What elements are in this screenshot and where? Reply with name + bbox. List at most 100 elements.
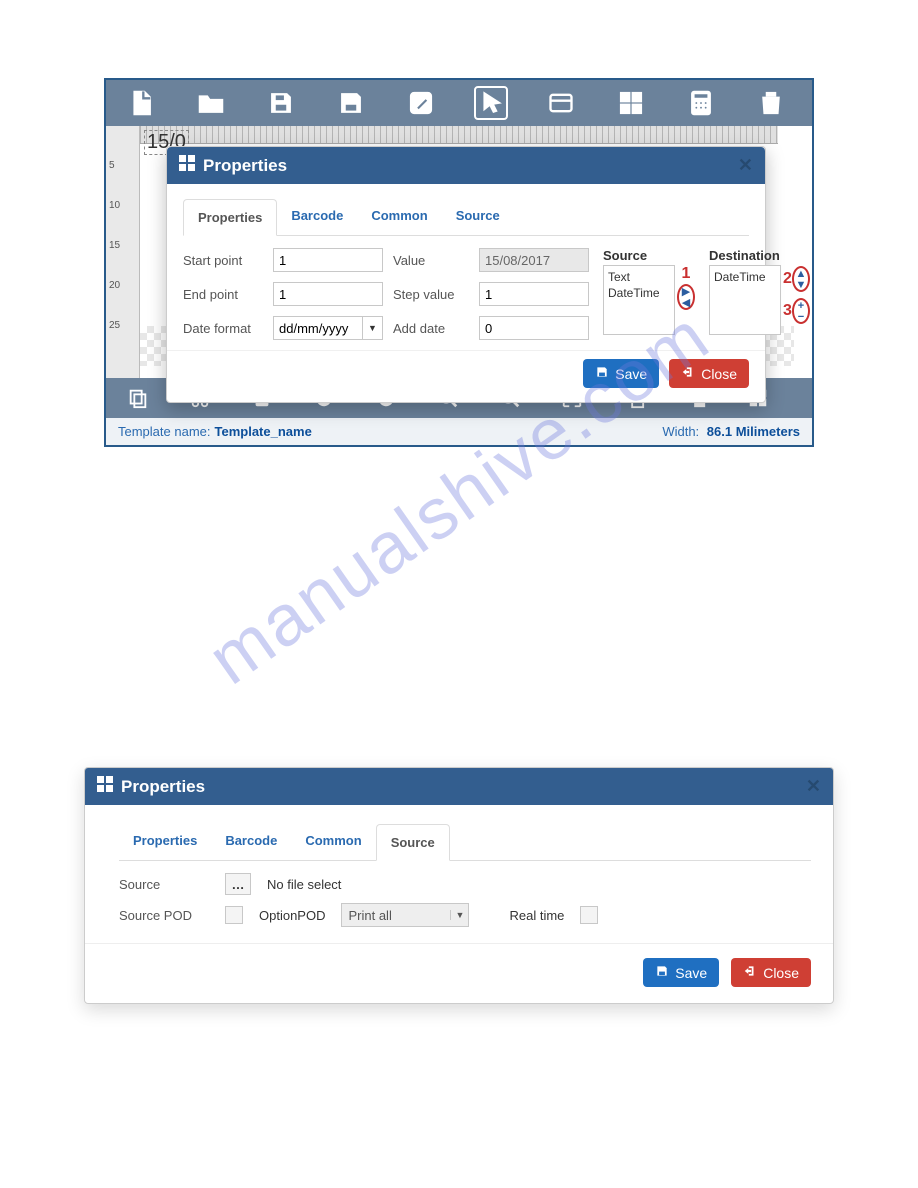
ruler-mark: 5 <box>109 160 115 171</box>
step-value-input[interactable] <box>479 282 589 306</box>
add-date-input[interactable] <box>479 316 589 340</box>
dialog-header: Properties ✕ <box>167 147 765 184</box>
source-pod-label: Source POD <box>119 908 209 923</box>
calculator-icon[interactable] <box>684 86 718 120</box>
trash-icon[interactable] <box>754 86 788 120</box>
real-time-checkbox[interactable] <box>580 906 598 924</box>
save-button-label: Save <box>615 366 647 382</box>
triangle-right-icon: ▶ <box>682 288 690 296</box>
no-file-text: No file select <box>267 877 341 892</box>
save-disk-icon <box>595 365 609 382</box>
dialog2-close-icon[interactable]: ✕ <box>806 776 821 797</box>
ruler-mark: 25 <box>109 320 120 331</box>
vertical-ruler: 5 10 15 20 25 <box>106 126 140 378</box>
source-label: Source <box>119 877 209 892</box>
add-remove-button[interactable]: +− <box>792 298 810 324</box>
save-icon[interactable] <box>264 86 298 120</box>
close-button[interactable]: Close <box>669 359 749 388</box>
destination-listbox[interactable]: DateTime <box>709 265 781 335</box>
tab-common[interactable]: Common <box>357 198 441 235</box>
properties-dialog: Properties ✕ Properties Barcode Common S… <box>166 146 766 403</box>
minus-icon: − <box>798 313 804 321</box>
dialog-tabs: Properties Barcode Common Source <box>183 198 749 236</box>
dropdown-caret-icon: ▼ <box>450 910 468 920</box>
status-bar: Template name: Template_name Width: 86.1… <box>106 418 812 445</box>
editor-window: 5 10 15 20 25 15/0 Properties ✕ <box>104 78 814 447</box>
dialog-close-icon[interactable]: ✕ <box>738 155 753 176</box>
step-value-label: Step value <box>393 287 469 302</box>
move-up-down-button[interactable]: ▲▼ <box>792 266 810 292</box>
option-pod-value: Print all <box>342 908 450 923</box>
add-date-label: Add date <box>393 321 469 336</box>
list-item[interactable]: DateTime <box>608 285 670 301</box>
source-pod-checkbox[interactable] <box>225 906 243 924</box>
browse-button[interactable]: … <box>225 873 251 895</box>
value-input <box>479 248 589 272</box>
end-point-label: End point <box>183 287 263 302</box>
save-as-icon[interactable] <box>334 86 368 120</box>
canvas-area[interactable]: 5 10 15 20 25 15/0 Properties ✕ <box>106 126 812 378</box>
open-folder-icon[interactable] <box>194 86 228 120</box>
callout-2: 2 <box>783 270 792 288</box>
triangle-up-icon: ▲ <box>795 270 806 278</box>
option-pod-select[interactable]: Print all ▼ <box>341 903 469 927</box>
callout-1: 1 <box>682 265 691 283</box>
plus-icon: + <box>798 302 804 310</box>
triangle-down-icon: ▼ <box>795 281 806 289</box>
tab-source[interactable]: Source <box>442 198 514 235</box>
callout-3: 3 <box>783 302 792 320</box>
dialog2-title: Properties <box>121 777 205 797</box>
apps-icon[interactable] <box>614 86 648 120</box>
tab-barcode[interactable]: Barcode <box>277 198 357 235</box>
tab-properties[interactable]: Properties <box>183 199 277 236</box>
save-button-2-label: Save <box>675 965 707 981</box>
properties-grid-icon <box>97 776 113 797</box>
top-toolbar <box>106 80 812 126</box>
pointer-icon[interactable] <box>474 86 508 120</box>
option-pod-label: OptionPOD <box>259 908 325 923</box>
edit-icon[interactable] <box>404 86 438 120</box>
tab2-source[interactable]: Source <box>376 824 450 861</box>
end-point-input[interactable] <box>273 282 383 306</box>
save-button[interactable]: Save <box>583 359 659 388</box>
form-icon[interactable] <box>544 86 578 120</box>
width-label: Width: <box>662 424 699 439</box>
ruler-mark: 10 <box>109 200 120 211</box>
properties-grid-icon <box>179 155 195 176</box>
tab2-barcode[interactable]: Barcode <box>211 823 291 860</box>
dialog2-header: Properties ✕ <box>85 768 833 805</box>
real-time-label: Real time <box>509 908 564 923</box>
tab2-common[interactable]: Common <box>291 823 375 860</box>
date-format-label: Date format <box>183 321 263 336</box>
close-button-label: Close <box>701 366 737 382</box>
save-disk-icon <box>655 964 669 981</box>
move-right-button[interactable]: ▶◀ <box>677 284 695 310</box>
save-button-2[interactable]: Save <box>643 958 719 987</box>
template-name-value: Template_name <box>215 424 312 439</box>
close-button-2-label: Close <box>763 965 799 981</box>
source-listbox[interactable]: Text DateTime <box>603 265 675 335</box>
close-button-2[interactable]: Close <box>731 958 811 987</box>
properties-dialog-2: Properties ✕ Properties Barcode Common S… <box>84 767 834 1004</box>
template-name-label: Template name: <box>118 424 211 439</box>
start-point-input[interactable] <box>273 248 383 272</box>
ruler-mark: 15 <box>109 240 120 251</box>
list-item[interactable]: DateTime <box>714 269 776 285</box>
list-item[interactable]: Text <box>608 269 670 285</box>
source-column-header: Source <box>603 248 695 263</box>
value-label: Value <box>393 253 469 268</box>
tab2-properties[interactable]: Properties <box>119 823 211 860</box>
horizontal-ruler <box>140 126 778 144</box>
exit-icon <box>743 964 757 981</box>
date-format-select[interactable] <box>273 316 363 340</box>
triangle-left-icon: ◀ <box>682 299 690 307</box>
date-format-caret-icon[interactable]: ▼ <box>363 316 383 340</box>
new-file-icon[interactable] <box>124 86 158 120</box>
dialog-title: Properties <box>203 156 287 176</box>
width-value: 86.1 Milimeters <box>707 424 800 439</box>
dialog2-tabs: Properties Barcode Common Source <box>119 823 811 861</box>
copy-icon[interactable] <box>124 384 152 412</box>
ruler-mark: 20 <box>109 280 120 291</box>
destination-column-header: Destination <box>709 248 810 263</box>
start-point-label: Start point <box>183 253 263 268</box>
